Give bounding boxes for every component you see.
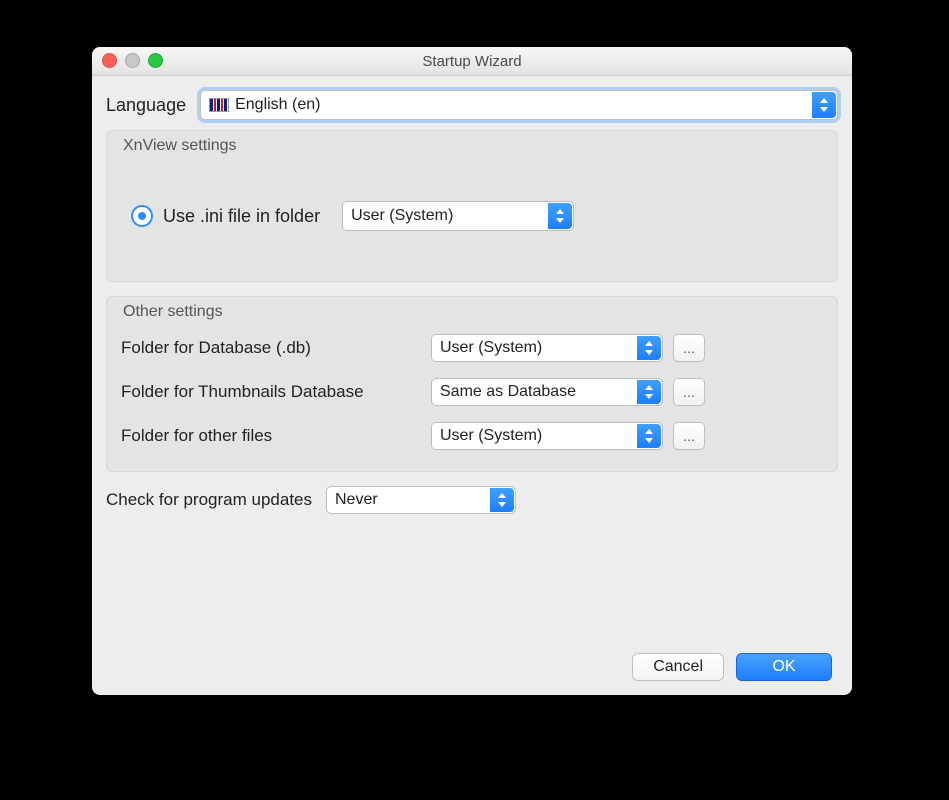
other-settings-legend: Other settings [119,303,227,321]
window-controls [102,53,163,68]
dropdown-arrows-icon [490,488,514,512]
other-files-folder-label: Folder for other files [121,426,431,446]
thumbs-folder-browse-button[interactable]: ... [673,378,705,406]
thumbs-folder-value: Same as Database [440,383,576,401]
db-folder-browse-button[interactable]: ... [673,334,705,362]
ok-button[interactable]: OK [736,653,832,681]
window-title: Startup Wizard [422,53,521,70]
ok-button-label: OK [772,658,795,676]
thumbs-folder-row: Folder for Thumbnails Database Same as D… [121,375,823,409]
language-label: Language [106,95,186,116]
zoom-window-button[interactable] [148,53,163,68]
updates-row: Check for program updates Never [106,486,838,514]
ini-file-radio-label: Use .ini file in folder [163,206,320,227]
dialog-footer: Cancel OK [632,653,832,681]
ini-folder-select[interactable]: User (System) [342,201,574,231]
other-files-folder-select[interactable]: User (System) [431,422,663,450]
startup-wizard-window: Startup Wizard Language English (en) XnV… [92,47,852,695]
minimize-window-button[interactable] [125,53,140,68]
language-row: Language English (en) [106,90,838,120]
other-settings-group: Other settings Folder for Database (.db)… [106,296,838,472]
db-folder-value: User (System) [440,339,542,357]
dropdown-arrows-icon [812,92,836,118]
ellipsis-icon: ... [683,340,695,356]
dropdown-arrows-icon [637,424,661,448]
close-window-button[interactable] [102,53,117,68]
dropdown-arrows-icon [548,203,572,229]
db-folder-label: Folder for Database (.db) [121,338,431,358]
cancel-button-label: Cancel [653,658,703,676]
updates-label: Check for program updates [106,490,312,510]
db-folder-select[interactable]: User (System) [431,334,663,362]
content-area: Language English (en) XnView settings Us… [92,76,852,526]
other-files-folder-value: User (System) [440,427,542,445]
ellipsis-icon: ... [683,428,695,444]
cancel-button[interactable]: Cancel [632,653,724,681]
xnview-settings-group: XnView settings Use .ini file in folder … [106,130,838,282]
radio-dot-icon [138,212,146,220]
updates-select[interactable]: Never [326,486,516,514]
db-folder-row: Folder for Database (.db) User (System) … [121,331,823,365]
ini-folder-value: User (System) [351,207,453,225]
thumbs-folder-label: Folder for Thumbnails Database [121,382,431,402]
language-select[interactable]: English (en) [200,90,838,120]
updates-value: Never [335,491,378,509]
titlebar: Startup Wizard [92,47,852,76]
dropdown-arrows-icon [637,336,661,360]
thumbs-folder-select[interactable]: Same as Database [431,378,663,406]
xnview-settings-legend: XnView settings [119,137,241,155]
other-files-folder-row: Folder for other files User (System) ... [121,419,823,453]
ellipsis-icon: ... [683,384,695,400]
ini-file-radio-row: Use .ini file in folder User (System) [131,201,823,231]
dropdown-arrows-icon [637,380,661,404]
uk-flag-icon [209,98,229,112]
language-value: English (en) [235,96,320,114]
other-files-folder-browse-button[interactable]: ... [673,422,705,450]
ini-file-radio[interactable] [131,205,153,227]
